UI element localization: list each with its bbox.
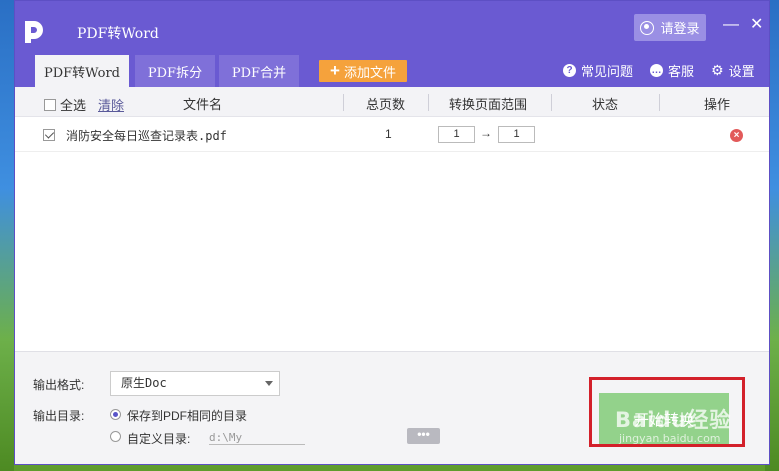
tab-pdf-split[interactable]: PDF拆分 <box>135 55 215 87</box>
chevron-down-icon <box>265 381 273 386</box>
tab-pdf-to-word[interactable]: PDF转Word <box>35 55 129 87</box>
file-list-area <box>15 153 769 351</box>
service-link[interactable]: … 客服 <box>650 61 694 80</box>
app-title: PDF转Word <box>77 26 159 42</box>
add-file-label: 添加文件 <box>343 64 396 80</box>
checkbox[interactable] <box>44 98 56 111</box>
watermark: Baidu经验 <box>615 408 732 432</box>
output-format-select[interactable]: 原生Doc <box>110 371 280 396</box>
minimize-icon[interactable]: — <box>723 17 739 33</box>
column-divider <box>659 94 660 111</box>
output-settings-panel: 输出格式: 原生Doc 输出目录: 保存到PDF相同的目录 自定义目录: d:\… <box>15 351 769 464</box>
radio-same-dir[interactable] <box>110 409 121 420</box>
close-icon[interactable]: ✕ <box>750 17 763 33</box>
app-window: PDF转Word 请登录 — ✕ PDF转Word PDF拆分 PDF合并 + … <box>14 0 770 465</box>
table-row[interactable]: 消防安全每日巡查记录表.pdf 1 1 → 1 × <box>15 118 769 152</box>
column-header-status: 状态 <box>592 97 619 112</box>
row-filename: 消防安全每日巡查记录表.pdf <box>66 129 227 143</box>
range-from-input[interactable]: 1 <box>438 126 475 143</box>
output-dir-label: 输出目录: <box>33 409 85 423</box>
output-format-value: 原生Doc <box>121 376 167 390</box>
browse-button[interactable]: ••• <box>407 428 440 444</box>
option-same-dir-label: 保存到PDF相同的目录 <box>127 409 248 423</box>
select-all-checkbox[interactable]: 全选 <box>44 95 86 114</box>
add-file-button[interactable]: + 添加文件 <box>319 60 407 82</box>
login-label: 请登录 <box>660 21 700 36</box>
option-custom-dir-label: 自定义目录: <box>127 432 191 446</box>
select-all-label: 全选 <box>60 98 87 113</box>
delete-icon[interactable]: × <box>730 129 743 142</box>
settings-link[interactable]: ⚙ 设置 <box>711 61 755 80</box>
output-format-label: 输出格式: <box>33 378 85 392</box>
column-header-range: 转换页面范围 <box>449 97 528 112</box>
tab-pdf-merge[interactable]: PDF合并 <box>219 55 299 87</box>
login-button[interactable]: 请登录 <box>634 14 706 41</box>
clear-link[interactable]: 清除 <box>98 95 124 114</box>
app-logo-icon <box>25 21 43 43</box>
faq-link[interactable]: ? 常见问题 <box>563 61 633 80</box>
gear-icon: ⚙ <box>711 62 724 78</box>
column-divider <box>343 94 344 111</box>
column-divider <box>551 94 552 111</box>
user-icon <box>640 20 655 35</box>
range-to-input[interactable]: 1 <box>498 126 535 143</box>
question-icon: ? <box>563 64 576 77</box>
settings-label: 设置 <box>728 64 755 79</box>
service-label: 客服 <box>668 64 695 79</box>
chat-icon: … <box>650 64 663 77</box>
title-bar: PDF转Word 请登录 — ✕ PDF转Word PDF拆分 PDF合并 + … <box>15 1 769 87</box>
row-page-count: 1 <box>385 127 392 141</box>
plus-icon: + <box>330 61 340 80</box>
row-checkbox[interactable] <box>43 129 55 141</box>
column-header-pages: 总页数 <box>366 97 406 112</box>
custom-path-field[interactable]: d:\My Documents\ <box>209 431 305 445</box>
column-header-actions: 操作 <box>704 97 731 112</box>
watermark-url: jingyan.baidu.com <box>619 432 721 445</box>
arrow-right-icon: → <box>480 126 492 140</box>
desktop-background-left <box>0 0 14 471</box>
radio-custom-dir[interactable] <box>110 431 121 442</box>
column-header-filename: 文件名 <box>183 97 223 112</box>
column-divider <box>428 94 429 111</box>
table-header: 全选 清除 文件名 总页数 转换页面范围 状态 操作 <box>15 87 769 117</box>
faq-label: 常见问题 <box>581 64 634 79</box>
